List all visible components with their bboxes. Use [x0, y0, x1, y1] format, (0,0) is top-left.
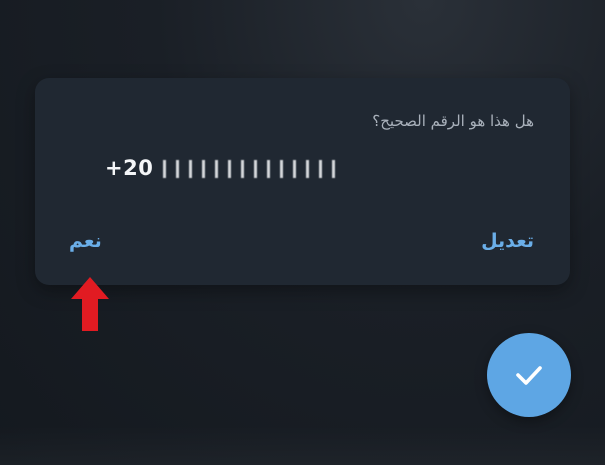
- check-icon: [516, 366, 542, 385]
- confirm-fab-button[interactable]: [487, 333, 571, 417]
- phone-number: +20: [105, 156, 342, 180]
- phone-digits-masked: [163, 160, 342, 178]
- yes-button[interactable]: نعم: [69, 230, 102, 252]
- edit-button[interactable]: تعديل: [481, 230, 534, 252]
- confirm-phone-dialog: هل هذا هو الرقم الصحيح؟ +20 نعم تعديل: [35, 78, 570, 285]
- red-arrow-icon: [71, 277, 109, 331]
- dialog-question: هل هذا هو الرقم الصحيح؟: [372, 112, 534, 130]
- phone-prefix: +20: [105, 156, 154, 180]
- background-fade: [0, 425, 605, 465]
